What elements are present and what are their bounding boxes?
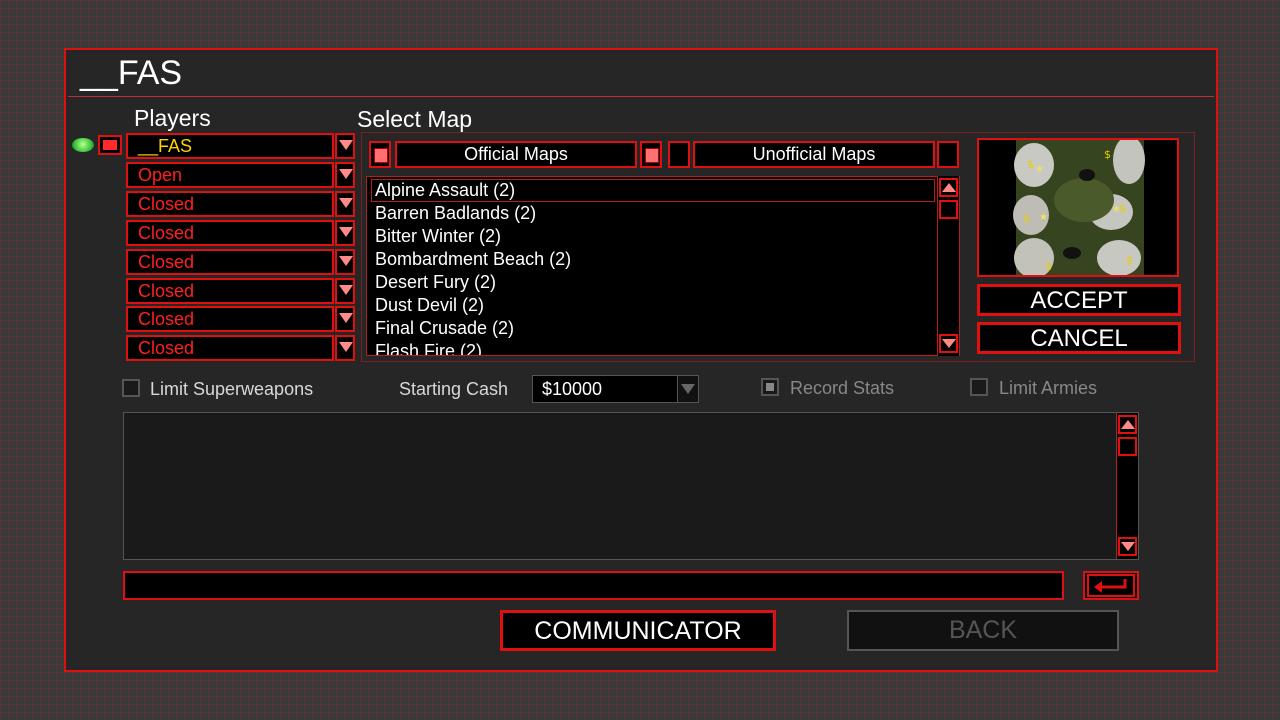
svg-text:$: $ [1023, 212, 1030, 225]
limit-superweapons-label: Limit Superweapons [150, 379, 314, 399]
slot-6-dropdown-icon[interactable] [335, 278, 355, 304]
svg-text:★: ★ [1112, 204, 1121, 215]
map-list-item[interactable]: Barren Badlands (2) [367, 202, 959, 225]
select-map-heading: Select Map [357, 106, 473, 132]
chat-scroll-down-icon[interactable] [1118, 537, 1137, 556]
map-preview-image: $ $ $ $ $ $ ★ ★ ★ [1013, 140, 1145, 275]
limit-armies-label: Limit Armies [999, 378, 1098, 398]
chat-scroll-up-icon[interactable] [1118, 415, 1137, 434]
starting-cash-label: Starting Cash [399, 379, 509, 399]
map-list-item[interactable]: Dust Devil (2) [367, 294, 959, 317]
map-list: Alpine Assault (2) Barren Badlands (2) B… [366, 176, 960, 356]
player-slot-1[interactable]: __FAS [126, 133, 334, 159]
player-color-swatch-icon[interactable] [98, 135, 122, 155]
players-heading: Players [134, 105, 211, 131]
slot-5-dropdown-icon[interactable] [335, 249, 355, 275]
tab-official-maps[interactable]: Official Maps [395, 141, 637, 168]
map-list-item[interactable]: Desert Fury (2) [367, 271, 959, 294]
map-list-item[interactable]: Bitter Winter (2) [367, 225, 959, 248]
slot-7-dropdown-icon[interactable] [335, 306, 355, 332]
cancel-button[interactable]: CANCEL [977, 322, 1181, 354]
player-slot-4[interactable]: Closed [126, 220, 334, 246]
lobby-title: __FAS [80, 54, 183, 92]
player-slot-3[interactable]: Closed [126, 191, 334, 217]
tab-unofficial-maps[interactable]: Unofficial Maps [693, 141, 935, 168]
player-slot-7[interactable]: Closed [126, 306, 334, 332]
map-list-item[interactable]: Final Crusade (2) [367, 317, 959, 340]
map-list-item[interactable]: Alpine Assault (2) [371, 179, 935, 202]
unofficial-maps-toggle[interactable] [937, 141, 959, 168]
svg-text:$: $ [1104, 148, 1111, 161]
ready-indicator-icon [72, 138, 94, 152]
slot-2-dropdown-icon[interactable] [335, 162, 355, 188]
official-maps-radio[interactable] [369, 141, 391, 168]
map-list-item[interactable]: Flash Fire (2) [367, 340, 959, 355]
scroll-down-icon[interactable] [939, 334, 958, 353]
player-slot-2[interactable]: Open [126, 162, 334, 188]
player-slot-8[interactable]: Closed [126, 335, 334, 361]
map-preview: $ $ $ $ $ $ ★ ★ ★ [977, 138, 1179, 277]
limit-superweapons-checkbox[interactable] [122, 379, 140, 397]
starting-cash-select[interactable]: $10000 [532, 375, 678, 403]
title-divider [68, 96, 1214, 97]
svg-text:★: ★ [1035, 164, 1044, 175]
slot-1-dropdown-icon[interactable] [335, 133, 355, 159]
chat-scrollbar[interactable] [1116, 413, 1138, 559]
record-stats-label: Record Stats [790, 378, 895, 398]
map-list-item[interactable]: Bombardment Beach (2) [367, 248, 959, 271]
limit-armies-checkbox[interactable] [970, 378, 988, 396]
svg-text:$: $ [1045, 260, 1052, 273]
svg-text:★: ★ [1039, 212, 1048, 223]
chat-scroll-thumb[interactable] [1118, 437, 1137, 456]
enter-arrow-icon[interactable] [1083, 571, 1139, 600]
chat-input[interactable] [123, 571, 1064, 600]
svg-text:$: $ [1126, 254, 1133, 267]
communicator-button[interactable]: COMMUNICATOR [500, 610, 776, 651]
back-button[interactable]: BACK [847, 610, 1119, 651]
record-stats-checkbox[interactable] [761, 378, 779, 396]
chat-log [123, 412, 1139, 560]
svg-text:$: $ [1027, 158, 1034, 171]
slot-4-dropdown-icon[interactable] [335, 220, 355, 246]
scroll-up-icon[interactable] [939, 178, 958, 197]
scroll-thumb[interactable] [939, 200, 958, 219]
official-maps-toggle[interactable] [640, 141, 662, 168]
player-slot-5[interactable]: Closed [126, 249, 334, 275]
slot-3-dropdown-icon[interactable] [335, 191, 355, 217]
slot-8-dropdown-icon[interactable] [335, 335, 355, 361]
unofficial-maps-radio[interactable] [668, 141, 690, 168]
map-list-scrollbar[interactable] [937, 176, 959, 356]
starting-cash-dropdown-icon[interactable] [677, 375, 699, 403]
player-slot-6[interactable]: Closed [126, 278, 334, 304]
accept-button[interactable]: ACCEPT [977, 284, 1181, 316]
